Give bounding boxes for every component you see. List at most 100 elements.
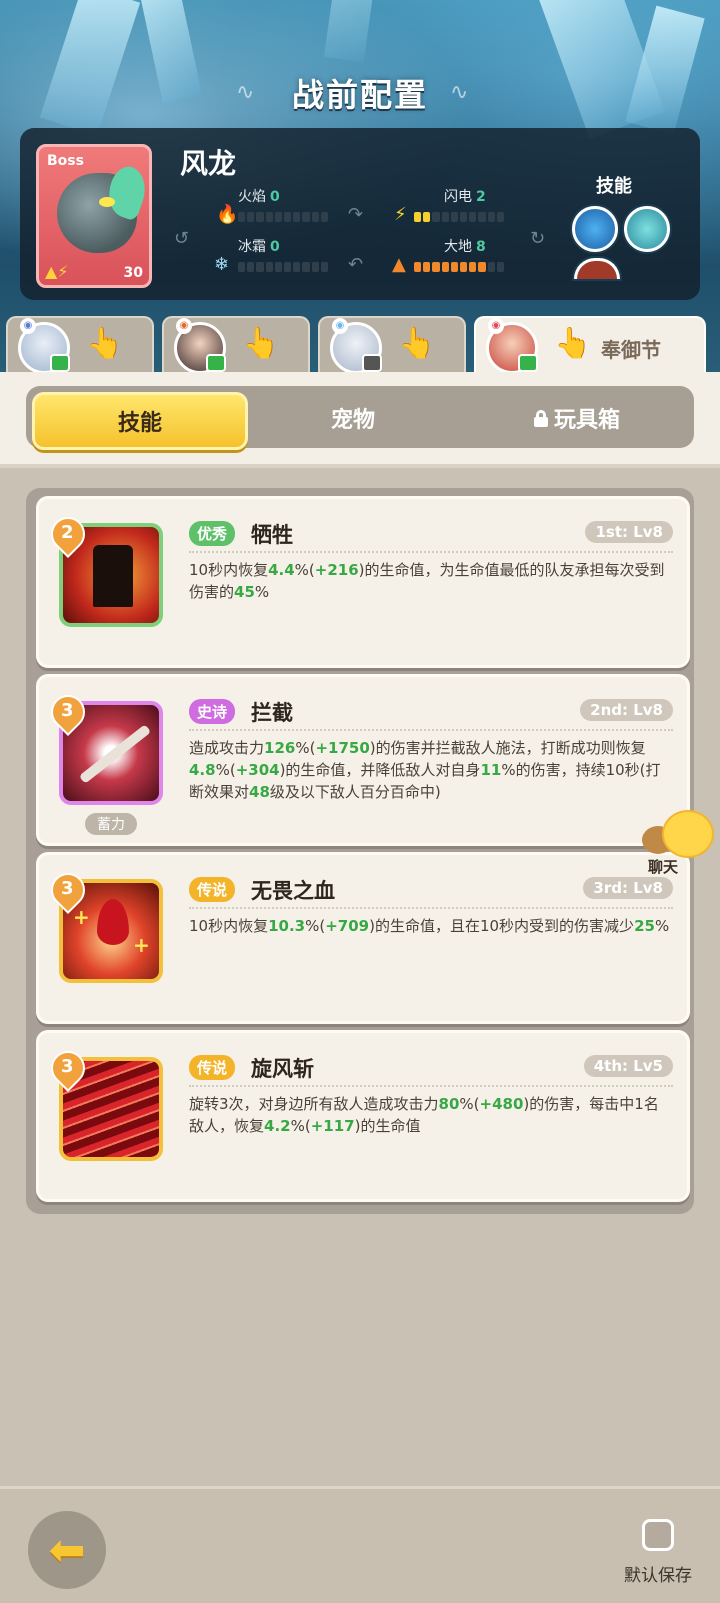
earth-bar	[414, 262, 505, 272]
fire-label: 火焰	[238, 189, 266, 205]
skill-value-highlight: 25	[634, 917, 655, 935]
skill-text: 10秒内恢复	[189, 561, 269, 579]
skill-value-highlight: 4.4	[268, 561, 295, 579]
lightning-value: 2	[476, 189, 486, 205]
rarity-badge: 优秀	[189, 521, 236, 546]
hero-event-label: 奉御节	[601, 338, 661, 362]
hero-ready-icon	[50, 354, 70, 372]
hero-tab-2[interactable]: ◉ 👆	[162, 316, 310, 376]
rarity-badge: 传说	[189, 1055, 236, 1080]
hero-locked-icon	[362, 354, 382, 372]
skill-name: 无畏之血	[251, 879, 335, 903]
skill-level: 3	[61, 700, 74, 721]
skill-level: 3	[61, 1056, 74, 1077]
dragon-eye-icon	[99, 197, 115, 207]
skill-card[interactable]: 3 传说 旋风斩 4th: Lv5 旋转3次，对身边所有敌人造成攻击力80%(+…	[36, 1030, 690, 1202]
bottom-bar: ⬅ 默认保存	[0, 1486, 720, 1603]
skill-list[interactable]: 2 优秀 牺牲 1st: Lv8 10秒内恢复4.4%(+216)的生命值，为生…	[26, 488, 694, 1214]
skill-slot-level: 2nd: Lv8	[580, 699, 673, 721]
element-badge-icon: ◉	[332, 318, 348, 334]
skill-text: 旋转3次，对身边所有敌人造成攻击力	[189, 1095, 439, 1113]
element-badge-icon: ◉	[488, 318, 504, 334]
chat-label: 聊天	[648, 858, 679, 876]
tab-toybox[interactable]: 玩具箱	[472, 392, 682, 444]
tap-hand-icon: 👆	[86, 326, 124, 361]
skill-text: %	[254, 583, 270, 601]
skill-text: 10秒内恢复	[189, 917, 269, 935]
hero-tab-1[interactable]: ◉ 👆	[6, 316, 154, 376]
skill-level: 2	[61, 522, 74, 543]
skill-value-highlight: 11	[480, 761, 502, 779]
skill-value-highlight: 4.2	[264, 1117, 291, 1135]
lightning-bar	[414, 212, 505, 222]
fire-stat: 火焰 0	[238, 186, 280, 206]
lightning-icon: ⚡	[394, 204, 407, 225]
divider	[189, 907, 673, 909]
swap-arrow-icon: ↻	[530, 228, 546, 249]
tap-hand-icon: 👆	[398, 326, 436, 361]
skill-description: 10秒内恢复4.4%(+216)的生命值，为生命值最低的队友承担每次受到伤害的4…	[189, 559, 673, 603]
skill-value-highlight: +117	[310, 1117, 355, 1135]
skill-value-highlight: 10.3	[268, 917, 306, 935]
skill-card[interactable]: + + 3 传说 无畏之血 3rd: Lv8 10秒内恢复10.3%(+709)…	[36, 852, 690, 1024]
skill-slot-level: 1st: Lv8	[585, 521, 673, 543]
skill-value-highlight: +709	[325, 917, 370, 935]
chat-bubble-icon	[662, 810, 714, 858]
skill-name: 旋风斩	[251, 1057, 314, 1081]
earth-value: 8	[476, 239, 486, 255]
skill-value-highlight: 48	[249, 783, 270, 801]
frost-value: 0	[270, 239, 280, 255]
skill-value-highlight: 80	[438, 1095, 460, 1113]
back-button[interactable]: ⬅	[28, 1511, 106, 1589]
fire-bar	[238, 212, 329, 222]
boss-portrait[interactable]: Boss ▲⚡ 30	[36, 144, 152, 288]
lightning-stat: 闪电 2	[444, 186, 486, 206]
boss-skill-orb-icon[interactable]	[624, 206, 670, 252]
crystal-decor	[323, 0, 377, 63]
boss-level: 30	[123, 265, 143, 281]
back-arrow-icon: ⬅	[48, 1524, 86, 1576]
skill-name: 拦截	[251, 701, 293, 725]
hero-tab-4[interactable]: ◉ 👆 奉御节	[474, 316, 706, 376]
fire-value: 0	[270, 189, 280, 205]
skill-value-highlight: 126	[264, 739, 296, 757]
plus-icon: +	[133, 933, 150, 957]
skill-value-highlight: +1750	[315, 739, 370, 757]
hero-ready-icon	[518, 354, 538, 372]
silhouette-icon	[93, 545, 133, 607]
snowflake-icon: ❄	[214, 254, 230, 275]
swap-arrow-icon: ↶	[348, 254, 364, 275]
skill-description: 旋转3次，对身边所有敌人造成攻击力80%(+480)的伤害，每击中1名敌人，恢复…	[189, 1093, 673, 1137]
tap-hand-icon: 👆	[554, 326, 592, 361]
skill-text: 级及以下敌人百分百命中)	[269, 783, 441, 801]
earth-icon: ▲	[392, 254, 406, 275]
skill-value-highlight: +216	[314, 561, 359, 579]
skill-text: )的伤害并拦截敌人施法，打断成功则恢复	[369, 739, 646, 757]
skill-text: %(	[290, 1117, 311, 1135]
divider	[189, 1085, 673, 1087]
skill-card[interactable]: 2 优秀 牺牲 1st: Lv8 10秒内恢复4.4%(+216)的生命值，为生…	[36, 496, 690, 668]
skill-level: 3	[61, 878, 74, 899]
skill-text: %(	[295, 739, 316, 757]
hero-tab-3[interactable]: ◉ 👆	[318, 316, 466, 376]
tab-pets[interactable]: 宠物	[248, 392, 458, 444]
skill-text: %(	[215, 761, 236, 779]
tab-toybox-label: 玩具箱	[553, 408, 620, 433]
tab-pets-label: 宠物	[330, 408, 375, 433]
skill-card[interactable]: 3 蓄力 史诗 拦截 2nd: Lv8 造成攻击力126%(+1750)的伤害并…	[36, 674, 690, 846]
skill-text: %(	[459, 1095, 480, 1113]
boss-skill-orb-icon[interactable]	[574, 258, 620, 279]
earth-label: 大地	[444, 239, 472, 255]
swap-arrow-icon: ↷	[348, 204, 364, 225]
chat-button[interactable]: 聊天	[640, 806, 716, 878]
boss-skill-orb-icon[interactable]	[572, 206, 618, 252]
tab-skills[interactable]: 技能	[32, 392, 248, 450]
plus-icon: +	[73, 905, 90, 929]
boss-tag: Boss	[47, 153, 84, 169]
skill-text: )的生命值，并降低敌人对自身	[279, 761, 481, 779]
boss-skills-label: 技能	[596, 176, 632, 197]
boss-panel: Boss ▲⚡ 30 风龙 🔥 火焰 0 ↷ ⚡ 闪电 2 ↺ ❄ 冰霜 0 ↶ ▲ …	[20, 128, 700, 300]
default-save-checkbox[interactable]	[642, 1519, 674, 1551]
frost-stat: 冰霜 0	[238, 236, 280, 256]
skill-value-highlight: 4.8	[189, 761, 216, 779]
